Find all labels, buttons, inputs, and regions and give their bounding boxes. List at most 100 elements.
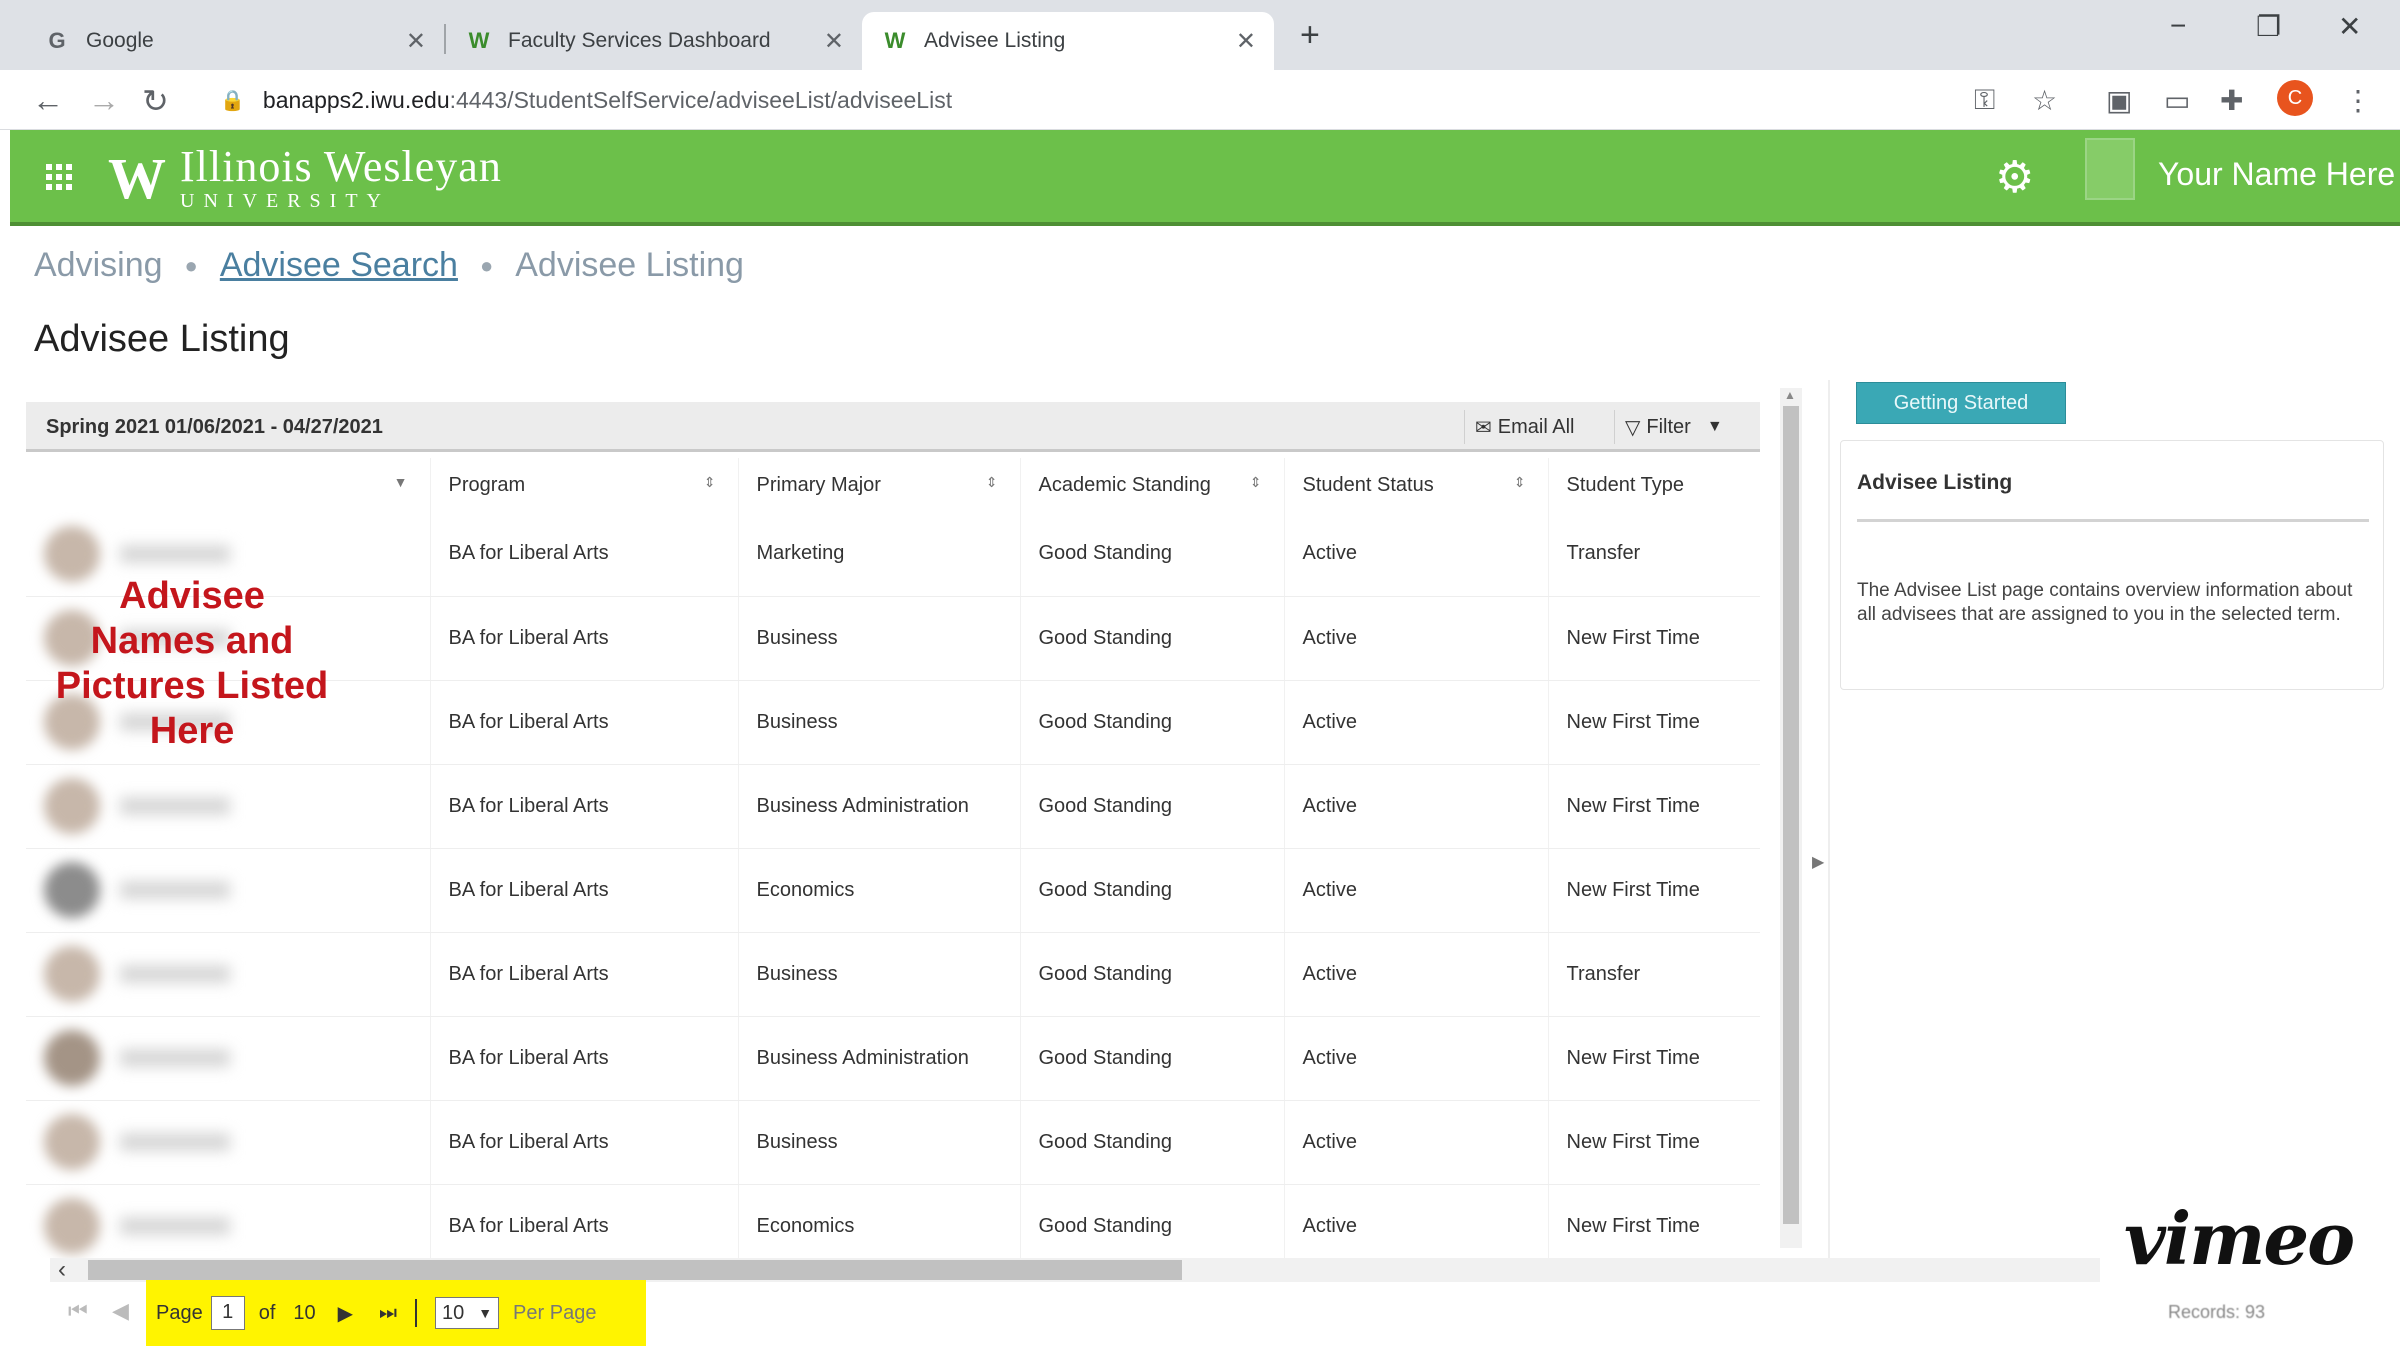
term-label: Spring 2021 01/06/2021 - 04/27/2021 [46, 416, 383, 438]
getting-started-button[interactable]: Getting Started [1856, 382, 2066, 424]
breadcrumb: Advising ● Advisee Search ● Advisee List… [34, 246, 744, 285]
page-number-input[interactable]: 1 [210, 1296, 245, 1330]
scroll-left-icon[interactable]: ‹ [58, 1256, 66, 1284]
cell-academic-standing: Good Standing [1019, 932, 1284, 1017]
cell-academic-standing: Good Standing [1019, 1100, 1284, 1185]
table-row[interactable]: BA for Liberal Arts Business Administrat… [26, 1016, 1760, 1101]
tab-advisee-listing[interactable]: W Advisee Listing ✕ [862, 12, 1274, 70]
tab-faculty-services[interactable]: W Faculty Services Dashboard ✕ [446, 12, 862, 70]
first-page-icon[interactable]: ⏮ [68, 1298, 88, 1324]
breadcrumb-separator: ● [184, 252, 198, 278]
close-tab-icon[interactable]: ✕ [824, 27, 844, 56]
scroll-up-icon[interactable]: ▲ [1784, 388, 1796, 402]
new-tab-icon[interactable]: + [1300, 16, 1320, 55]
key-icon[interactable]: ⚿ [1974, 84, 1995, 117]
reload-icon[interactable]: ↻ [142, 82, 169, 120]
per-page-select[interactable]: 10 ▼ [435, 1297, 500, 1329]
forward-arrow-icon[interactable]: → [88, 82, 120, 119]
column-header-label: Program [448, 473, 526, 496]
extension-shield-icon[interactable]: ▣ [2106, 84, 2132, 117]
table-row[interactable]: BA for Liberal Arts Business Good Standi… [26, 932, 1760, 1017]
email-all-button[interactable]: ✉ Email All [1464, 410, 1584, 444]
blurred-name [120, 1217, 230, 1235]
settings-gear-icon[interactable]: ⚙ [1995, 152, 2034, 203]
back-arrow-icon[interactable]: ← [32, 82, 64, 119]
table-row[interactable]: BA for Liberal Arts Economics Good Stand… [26, 848, 1760, 933]
cell-program: BA for Liberal Arts [429, 1100, 738, 1185]
column-header-student-type[interactable]: Student Type [1547, 458, 1760, 512]
advisee-name-cell[interactable] [26, 1016, 430, 1101]
vertical-scroll-thumb[interactable] [1783, 406, 1799, 1224]
column-header-label: Academic Standing [1038, 473, 1211, 496]
cell-program: BA for Liberal Arts [429, 764, 738, 849]
window-close-icon[interactable]: ✕ [2338, 10, 2361, 43]
profile-avatar[interactable]: C [2277, 80, 2313, 116]
vertical-scrollbar[interactable]: ▲ [1780, 388, 1802, 1248]
advisee-name-cell[interactable] [26, 1184, 430, 1258]
filter-label: Filter [1646, 415, 1691, 438]
cell-student-type: New First Time [1547, 596, 1760, 681]
advisee-name-cell[interactable] [26, 764, 430, 849]
lock-icon: 🔒 [220, 89, 245, 112]
table-row[interactable]: BA for Liberal Arts Economics Good Stand… [26, 1184, 1760, 1258]
sort-icon[interactable]: ⇕ [986, 474, 998, 491]
sort-icon[interactable]: ⇕ [1250, 474, 1262, 491]
next-page-icon[interactable]: ▶ [338, 1301, 353, 1326]
close-tab-icon[interactable]: ✕ [1236, 27, 1256, 56]
horizontal-scrollbar[interactable]: ‹ [50, 1256, 2100, 1284]
column-header-name[interactable]: ▼ [26, 458, 430, 512]
blurred-name [120, 881, 230, 899]
user-name[interactable]: Your Name Here [2158, 156, 2395, 193]
previous-page-icon[interactable]: ◀ [112, 1298, 129, 1324]
cell-student-status: Active [1283, 596, 1548, 681]
app-grid-icon[interactable] [46, 164, 72, 190]
url-field[interactable]: 🔒 banapps2.iwu.edu:4443/StudentSelfServi… [220, 70, 952, 130]
chevron-down-icon: ▼ [478, 1305, 493, 1321]
column-header-label: Primary Major [756, 473, 881, 496]
breadcrumb-advisee-search[interactable]: Advisee Search [220, 246, 458, 285]
cell-student-type: New First Time [1547, 1100, 1760, 1185]
pager-divider [415, 1299, 418, 1327]
blurred-name [120, 1133, 230, 1151]
last-page-icon[interactable]: ⏭ [379, 1302, 397, 1325]
user-photo[interactable] [2085, 138, 2135, 200]
avatar [44, 946, 100, 1002]
sort-down-icon[interactable]: ▼ [394, 474, 408, 490]
horizontal-scroll-thumb[interactable] [88, 1260, 1182, 1280]
column-header-student-status[interactable]: Student Status ⇕ [1283, 458, 1548, 512]
column-header-primary-major[interactable]: Primary Major ⇕ [737, 458, 1020, 512]
cell-primary-major: Economics [737, 848, 1020, 933]
table-row[interactable]: BA for Liberal Arts Business Administrat… [26, 764, 1760, 849]
breadcrumb-advising[interactable]: Advising [34, 246, 163, 285]
extensions-puzzle-icon[interactable]: ✚ [2220, 84, 2243, 117]
filter-button[interactable]: ▽ Filter ▼ [1614, 410, 1733, 444]
advisee-name-cell[interactable] [26, 932, 430, 1017]
close-tab-icon[interactable]: ✕ [406, 27, 426, 56]
sort-icon[interactable]: ⇕ [1514, 474, 1526, 491]
advisee-name-cell[interactable] [26, 848, 430, 933]
blurred-name [120, 544, 230, 563]
cell-student-type: New First Time [1547, 1184, 1760, 1258]
university-logo[interactable]: W Illinois Wesleyan UNIVERSITY [108, 142, 502, 213]
url-path: :4443/StudentSelfService/adviseeList/adv… [449, 86, 953, 113]
tab-google[interactable]: G Google ✕ [24, 12, 444, 70]
address-bar: ← → ↻ 🔒 banapps2.iwu.edu:4443/StudentSel… [0, 70, 2400, 130]
blurred-name [120, 1049, 230, 1067]
browser-menu-icon[interactable]: ⋮ [2344, 84, 2372, 117]
minimize-icon[interactable]: − [2170, 10, 2186, 42]
bookmark-star-icon[interactable]: ☆ [2032, 84, 2057, 117]
cell-program: BA for Liberal Arts [429, 1184, 738, 1258]
cast-icon[interactable]: ▭ [2164, 84, 2190, 117]
table-row[interactable]: BA for Liberal Arts Business Good Standi… [26, 1100, 1760, 1185]
column-header-academic-standing[interactable]: Academic Standing ⇕ [1019, 458, 1284, 512]
column-header-program[interactable]: Program ⇕ [429, 458, 738, 512]
cell-student-type: New First Time [1547, 848, 1760, 933]
panel-collapse-icon[interactable]: ▶ [1812, 852, 1824, 872]
logo-line1: Illinois Wesleyan [180, 142, 502, 191]
iwu-favicon-icon: W [468, 28, 490, 53]
advisee-name-cell[interactable] [26, 1100, 430, 1185]
cell-student-type: New First Time [1547, 764, 1760, 849]
restore-icon[interactable]: ❐ [2256, 10, 2281, 43]
tab-title: Faculty Services Dashboard [508, 29, 771, 52]
sort-icon[interactable]: ⇕ [704, 474, 716, 491]
